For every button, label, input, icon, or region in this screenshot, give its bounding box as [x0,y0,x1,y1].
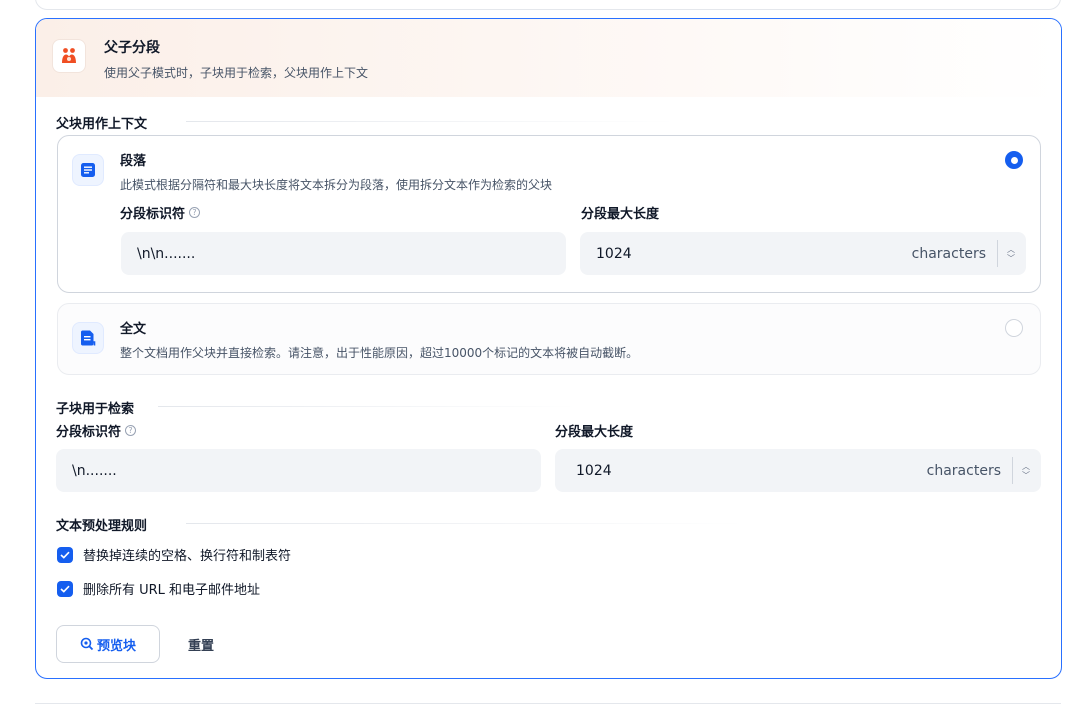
child-max-length-unit: characters [926,462,1001,479]
card-description: 使用父子模式时，子块用于检索，父块用作上下文 [104,66,369,80]
child-separator-value: \n....... [72,462,117,479]
rule-label: 替换掉连续的空格、换行符和制表符 [83,549,292,564]
option-full-doc-title: 全文 [120,322,147,337]
checkbox-checked[interactable] [57,546,73,563]
radio-paragraph[interactable] [1005,151,1023,169]
child-section-title: 子块用于检索 [56,402,135,417]
option-full-doc-description: 整个文档用作父块并直接检索。请注意，出于性能原因，超过10000个标记的文本将被… [120,346,639,360]
section-divider [186,523,746,524]
stepper-divider [1012,457,1013,484]
child-max-length-value: 1024 [576,462,612,479]
chevron-down-icon[interactable]: ﹀ [1022,471,1030,480]
chevron-up-icon[interactable]: ︿ [1022,462,1030,471]
option-full-doc[interactable]: 全文 整个文档用作父块并直接检索。请注意，出于性能原因，超过10000个标记的文… [57,303,1041,375]
child-max-length-input[interactable]: 1024 characters ︿ ﹀ [555,449,1041,492]
document-icon [72,322,104,354]
option-paragraph-description: 此模式根据分隔符和最大块长度将文本拆分为段落，使用拆分文本作为检索的父块 [120,178,553,192]
parent-separator-input[interactable]: \n\n....... [121,232,566,275]
parent-child-icon [52,39,86,73]
option-paragraph-title: 段落 [120,154,147,169]
reset-button[interactable]: 重置 [176,625,226,663]
rule-remove-urls[interactable]: 删除所有 URL 和电子邮件地址 [57,579,260,598]
card-title: 父子分段 [104,40,160,56]
option-paragraph[interactable]: 段落 此模式根据分隔符和最大块长度将文本拆分为段落，使用拆分文本作为检索的父块 … [57,135,1041,293]
child-separator-label: 分段标识符 ? [56,421,137,440]
parent-max-length-input[interactable]: 1024 characters ︿ ﹀ [580,232,1026,275]
help-icon[interactable]: ? [189,207,201,218]
parent-separator-value: \n\n....... [137,245,196,262]
previous-card [35,0,1061,10]
chevron-down-icon[interactable]: ﹀ [1007,254,1015,263]
number-stepper[interactable]: ︿ ﹀ [1004,240,1018,267]
parent-max-length-value: 1024 [596,245,632,262]
parent-section-title: 父块用作上下文 [56,117,148,132]
stepper-divider [997,240,998,267]
parent-separator-label: 分段标识符 ? [120,203,201,222]
parent-max-length-unit: characters [911,245,986,262]
chevron-up-icon[interactable]: ︿ [1007,245,1015,254]
paragraph-icon [72,154,104,186]
parent-child-chunk-card: 父子分段 使用父子模式时，子块用于检索，父块用作上下文 父块用作上下文 段落 此… [35,18,1062,679]
preprocess-section-title: 文本预处理规则 [56,519,148,534]
child-separator-label-text: 分段标识符 [56,425,122,440]
section-divider [186,121,676,122]
search-eye-icon [80,637,94,651]
help-icon[interactable]: ? [125,425,137,436]
rule-label: 删除所有 URL 和电子邮件地址 [83,583,261,598]
child-separator-input[interactable]: \n....... [56,449,541,492]
parent-separator-label-text: 分段标识符 [120,207,186,222]
preview-chunk-button[interactable]: 预览块 [56,625,160,663]
next-card-edge [35,703,1061,704]
section-divider [158,406,578,407]
radio-full-doc[interactable] [1005,319,1023,337]
checkbox-checked[interactable] [57,580,73,597]
card-header: 父子分段 使用父子模式时，子块用于检索，父块用作上下文 [36,19,1061,97]
preview-chunk-label: 预览块 [96,638,136,654]
parent-max-length-label: 分段最大长度 [581,207,660,222]
rule-replace-spaces[interactable]: 替换掉连续的空格、换行符和制表符 [57,545,291,564]
number-stepper[interactable]: ︿ ﹀ [1019,457,1033,484]
child-max-length-label: 分段最大长度 [555,425,634,440]
